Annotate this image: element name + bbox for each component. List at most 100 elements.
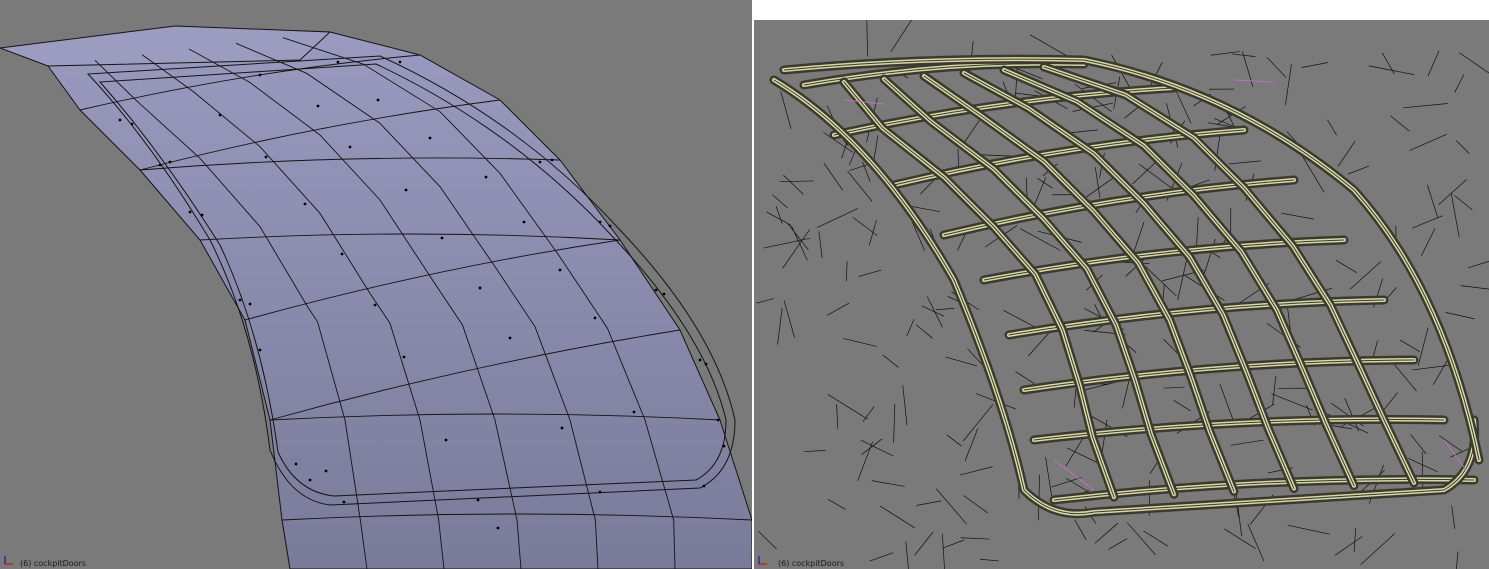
normal-line bbox=[1177, 259, 1187, 301]
normal-line bbox=[946, 434, 962, 447]
normal-line bbox=[1454, 195, 1473, 211]
normal-line bbox=[836, 404, 839, 429]
selected-edge bbox=[1053, 459, 1095, 491]
vertex-dot bbox=[303, 202, 307, 206]
normal-line bbox=[1108, 538, 1128, 550]
normal-line bbox=[882, 354, 899, 368]
normal-line bbox=[818, 231, 823, 259]
vertex-dot bbox=[522, 220, 526, 224]
normal-line bbox=[1074, 519, 1087, 541]
normal-line bbox=[1349, 260, 1382, 290]
normal-line bbox=[964, 428, 979, 461]
normal-line bbox=[1403, 103, 1448, 109]
vertex-dot bbox=[654, 288, 658, 292]
normal-line bbox=[1094, 167, 1101, 198]
normal-line bbox=[941, 533, 945, 569]
normal-line bbox=[775, 205, 783, 224]
normal-line bbox=[936, 488, 968, 525]
normal-line bbox=[1051, 477, 1082, 488]
normal-line bbox=[817, 208, 859, 228]
vertex-dot bbox=[200, 213, 204, 217]
normal-line bbox=[1210, 51, 1240, 56]
normal-line bbox=[905, 541, 909, 569]
normal-line bbox=[1353, 527, 1357, 553]
vertex-dot bbox=[158, 163, 162, 167]
vertex-dot bbox=[402, 355, 406, 359]
normal-line bbox=[945, 356, 977, 367]
normal-line bbox=[871, 480, 905, 487]
normal-line bbox=[1399, 339, 1420, 352]
normal-line bbox=[1368, 65, 1415, 75]
normal-line bbox=[902, 385, 908, 426]
vertex-dot bbox=[168, 160, 172, 164]
vertex-dot bbox=[218, 113, 222, 117]
normal-line bbox=[1445, 312, 1475, 320]
normal-line bbox=[926, 296, 943, 328]
normal-line bbox=[827, 302, 850, 316]
normal-line bbox=[1455, 140, 1470, 154]
vertex-dot bbox=[702, 484, 706, 488]
normal-line bbox=[1228, 160, 1261, 165]
normal-line bbox=[858, 269, 882, 277]
normal-line bbox=[915, 324, 933, 339]
normal-line bbox=[1421, 228, 1436, 256]
top-white-strip bbox=[754, 0, 1489, 20]
normal-line bbox=[1266, 57, 1287, 78]
vertex-dot bbox=[478, 286, 482, 290]
normal-line bbox=[962, 404, 994, 442]
normal-line bbox=[1301, 62, 1329, 68]
normal-line bbox=[960, 537, 990, 540]
normal-line bbox=[906, 318, 915, 337]
vertex-dot bbox=[248, 302, 252, 306]
selected-edge bbox=[1233, 79, 1275, 83]
normal-line bbox=[1015, 92, 1041, 97]
mesh-canvas-solid[interactable] bbox=[0, 0, 752, 569]
normal-line bbox=[845, 261, 848, 282]
normal-line bbox=[1427, 184, 1439, 219]
normal-line bbox=[1287, 524, 1330, 535]
vertex-dot bbox=[508, 336, 512, 340]
normal-line bbox=[964, 119, 980, 143]
normal-line bbox=[849, 163, 870, 171]
vertex-dot bbox=[496, 526, 500, 530]
normal-line bbox=[866, 20, 868, 57]
selected-edge bbox=[1443, 439, 1467, 471]
object-label: (6) cockpitDoors bbox=[778, 559, 845, 568]
wire-tubes bbox=[769, 54, 1484, 519]
normal-line bbox=[1417, 327, 1429, 366]
normal-line bbox=[861, 438, 883, 455]
normal-line bbox=[1408, 458, 1438, 473]
normal-line bbox=[1334, 536, 1363, 556]
normal-line bbox=[783, 174, 804, 195]
vertex-dot bbox=[238, 298, 242, 302]
normal-line bbox=[893, 403, 896, 443]
mesh-canvas-wireframe[interactable] bbox=[754, 20, 1489, 569]
normal-line bbox=[1347, 165, 1370, 175]
normal-line bbox=[1070, 129, 1098, 134]
vertex-dot bbox=[336, 60, 340, 64]
normal-line bbox=[1207, 122, 1232, 128]
vertex-dot bbox=[294, 462, 298, 466]
normal-line bbox=[1459, 52, 1489, 74]
vertex-dot bbox=[398, 60, 402, 64]
vertex-dot bbox=[484, 175, 488, 179]
normal-line bbox=[779, 180, 814, 183]
vertex-dot bbox=[404, 188, 408, 192]
normal-line bbox=[1085, 177, 1114, 198]
vertex-dot bbox=[130, 122, 134, 126]
mesh-top-flap bbox=[0, 25, 332, 67]
normal-line bbox=[1409, 133, 1447, 151]
normal-line bbox=[963, 495, 988, 514]
vertex-dot bbox=[560, 426, 564, 430]
normal-line bbox=[914, 531, 934, 556]
vertex-dot bbox=[550, 158, 554, 162]
normal-line bbox=[868, 220, 877, 246]
normal-line bbox=[1271, 393, 1313, 411]
viewport-wireframe[interactable]: (6) cockpitDoors bbox=[754, 20, 1489, 569]
normal-line bbox=[1460, 285, 1489, 290]
normal-line bbox=[1337, 140, 1356, 167]
vertex-dot bbox=[258, 348, 262, 352]
normal-line bbox=[1029, 34, 1068, 57]
viewport-solid[interactable]: (6) cockpitDoors bbox=[0, 0, 752, 569]
normal-line bbox=[1163, 386, 1185, 389]
